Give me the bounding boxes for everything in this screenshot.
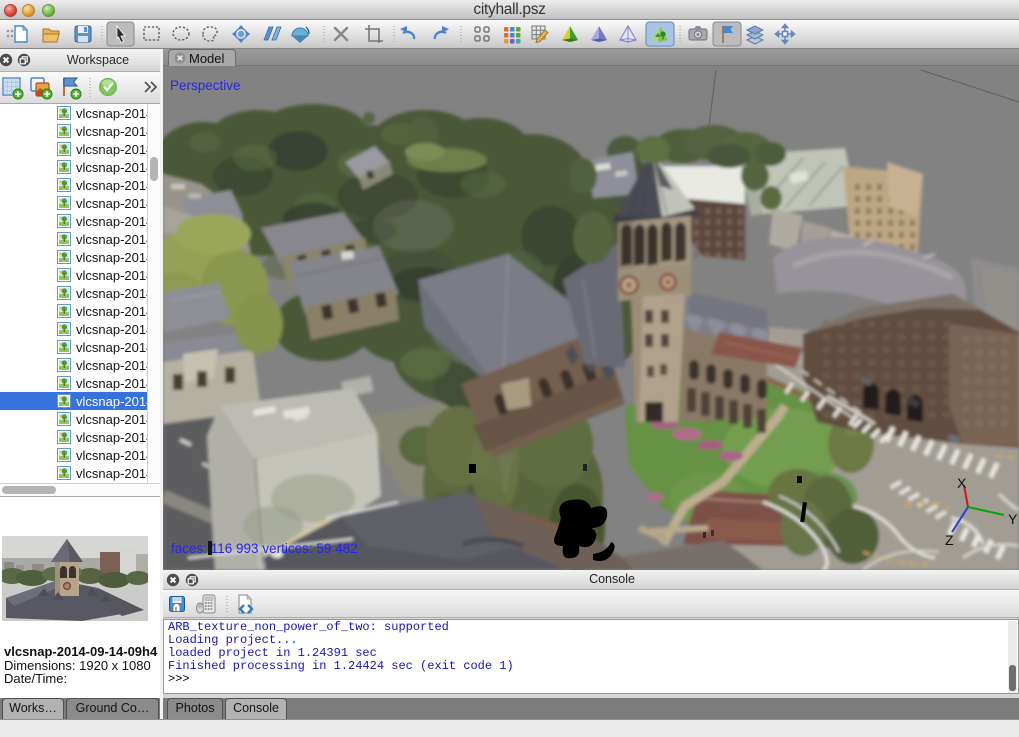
svg-text:Z: Z bbox=[945, 532, 954, 548]
svg-text:X: X bbox=[957, 475, 967, 491]
svg-text:Y: Y bbox=[1008, 511, 1018, 527]
